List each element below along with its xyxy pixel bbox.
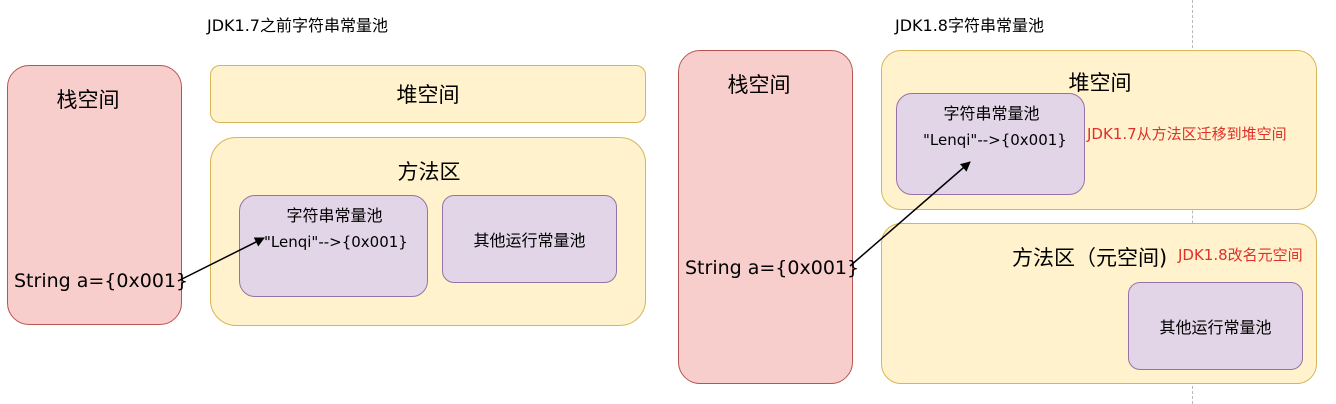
reference-arrows xyxy=(177,161,971,282)
right-reference-arrow xyxy=(849,161,971,267)
left-reference-arrow xyxy=(177,237,265,282)
